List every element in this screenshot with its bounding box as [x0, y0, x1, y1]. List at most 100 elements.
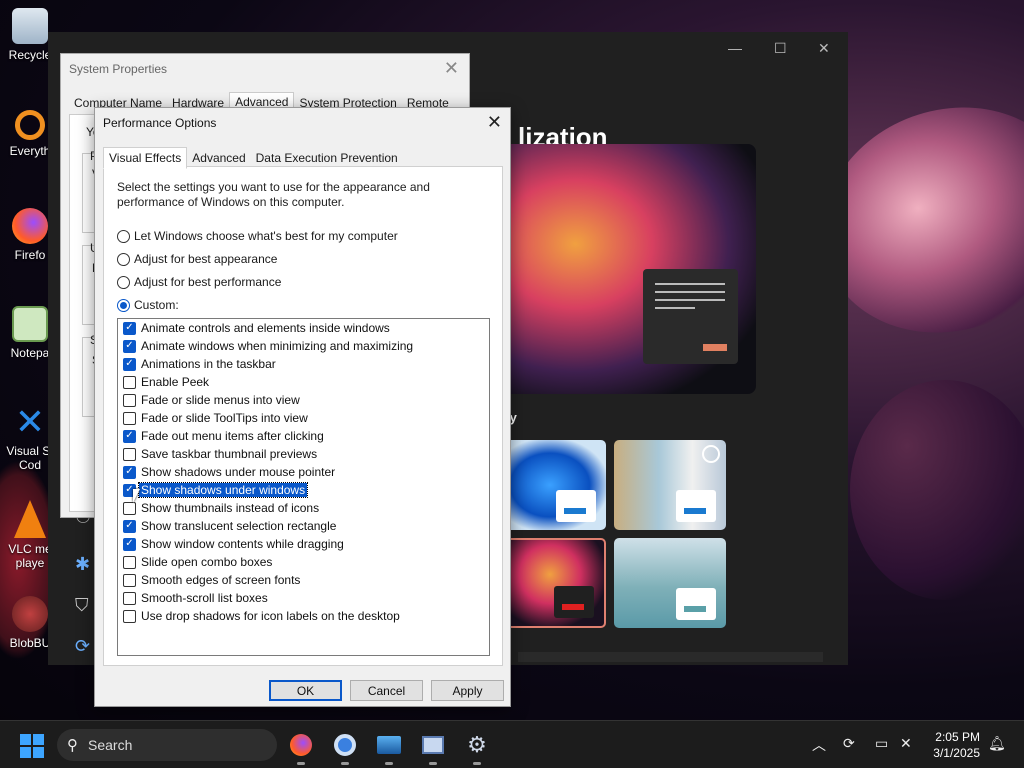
accessibility-icon[interactable]: ✱ [75, 554, 90, 575]
visual-effects-panel: Select the settings you want to use for … [103, 166, 503, 666]
option-label: Use drop shadows for icon labels on the … [141, 609, 400, 623]
checkbox[interactable] [123, 393, 136, 407]
everything-search-icon [15, 110, 45, 140]
volume-muted-icon[interactable]: ✕ [900, 735, 912, 752]
visual-effect-option[interactable]: Enable Peek [118, 373, 489, 391]
checkbox[interactable] [123, 591, 136, 605]
blobbu-icon [12, 596, 48, 632]
clock-date: 3/1/2025 [933, 746, 980, 760]
performance-options-dialog[interactable]: Performance Options ✕ Visual Effects Adv… [94, 107, 511, 707]
sync-icon[interactable]: ⟳ [843, 735, 855, 752]
radio-button[interactable] [117, 252, 130, 266]
close-icon[interactable]: ✕ [444, 58, 459, 79]
visual-effect-option[interactable]: ✓ Fade out menu items after clicking [118, 427, 489, 445]
close-icon[interactable]: ✕ [818, 40, 830, 57]
taskbar-chrome[interactable] [331, 731, 359, 765]
option-label: Animate controls and elements inside win… [141, 321, 390, 335]
visual-effect-option[interactable]: ✓ Show shadows under windows [118, 481, 489, 499]
checkbox[interactable]: ✓ [123, 519, 136, 533]
visual-effect-option[interactable]: ✓ Animations in the taskbar [118, 355, 489, 373]
mouse-pointer-icon [133, 489, 140, 503]
notification-bell-icon[interactable]: 🔔︎ [988, 735, 1006, 752]
visual-effect-option[interactable]: ✓ Show translucent selection rectangle [118, 517, 489, 535]
checkbox[interactable] [123, 555, 136, 569]
visual-effect-option[interactable]: Fade or slide menus into view [118, 391, 489, 409]
checkbox[interactable] [123, 501, 136, 515]
chevron-up-icon[interactable]: ︿ [812, 735, 826, 755]
radio-label: Let Windows choose what's best for my co… [134, 229, 398, 243]
shield-icon[interactable]: ⛉ [75, 595, 89, 616]
checkbox[interactable]: ✓ [123, 429, 136, 443]
windows-update-icon[interactable]: ⟳ [75, 636, 90, 657]
notepad-icon [12, 306, 48, 342]
network-icon[interactable]: ▭ [875, 735, 888, 752]
firefox-icon [12, 208, 48, 244]
option-label: Show translucent selection rectangle [141, 519, 337, 533]
option-label: Enable Peek [141, 375, 210, 389]
checkbox[interactable] [123, 375, 136, 389]
minimize-icon[interactable]: — [728, 40, 742, 56]
close-icon[interactable]: ✕ [487, 112, 502, 133]
taskbar-settings[interactable]: ⚙ [463, 731, 491, 765]
wallpaper-shape [850, 380, 1024, 600]
checkbox[interactable] [123, 609, 136, 623]
theme-tile-lake[interactable] [614, 538, 726, 628]
preview-window-card [643, 269, 738, 364]
checkbox[interactable] [123, 411, 136, 425]
theme-preview [498, 144, 756, 394]
clock-time: 2:05 PM [935, 730, 980, 744]
option-label: Fade or slide ToolTips into view [141, 411, 308, 425]
checkbox[interactable] [123, 447, 136, 461]
ok-button[interactable]: OK [269, 680, 342, 701]
visual-effect-option[interactable]: ✓ Show shadows under mouse pointer [118, 463, 489, 481]
option-label: Show shadows under windows [137, 482, 309, 498]
visual-effect-option[interactable]: Fade or slide ToolTips into view [118, 409, 489, 427]
taskbar-photos[interactable] [375, 731, 403, 765]
visual-effect-option[interactable]: Show thumbnails instead of icons [118, 499, 489, 517]
chrome-icon [334, 734, 356, 756]
option-label: Animations in the taskbar [141, 357, 276, 371]
radio-button[interactable] [117, 275, 130, 289]
radio-best-performance[interactable]: Adjust for best performance [117, 275, 281, 289]
option-label: Smooth edges of screen fonts [141, 573, 301, 587]
checkbox[interactable]: ✓ [123, 465, 136, 479]
radio-let-windows-choose[interactable]: Let Windows choose what's best for my co… [117, 229, 398, 243]
visual-effect-option[interactable]: Smooth-scroll list boxes [118, 589, 489, 607]
checkbox[interactable] [123, 573, 136, 587]
recycle-bin-icon [12, 8, 48, 44]
tab-visual-effects[interactable]: Visual Effects [103, 147, 188, 169]
horizontal-scrollbar[interactable] [518, 652, 823, 662]
theme-tile-flowers[interactable] [614, 440, 726, 530]
taskbar: ⚲ Search ⚙ ︿ ⟳ ▭ ✕ 2:05 PM 3/1/2025 🔔︎ [0, 720, 1024, 768]
apply-button[interactable]: Apply [431, 680, 504, 701]
visual-effect-option[interactable]: ✓ Animate windows when minimizing and max… [118, 337, 489, 355]
checkbox[interactable]: ✓ [123, 321, 136, 335]
vscode-icon: ✕ [14, 401, 46, 442]
taskbar-remote-desktop[interactable] [419, 731, 447, 765]
visual-effect-option[interactable]: Save taskbar thumbnail previews [118, 445, 489, 463]
visual-effect-option[interactable]: Slide open combo boxes [118, 553, 489, 571]
taskbar-firefox[interactable] [287, 731, 315, 765]
clock[interactable]: 2:05 PM 3/1/2025 [928, 729, 980, 761]
visual-effect-option[interactable]: ✓ Animate controls and elements inside wi… [118, 319, 489, 337]
photos-icon [377, 736, 401, 754]
radio-best-appearance[interactable]: Adjust for best appearance [117, 252, 277, 266]
visual-effects-list[interactable]: ✓ Animate controls and elements inside wi… [117, 318, 490, 656]
search-box[interactable]: ⚲ Search [57, 729, 277, 761]
checkbox[interactable]: ✓ [123, 339, 136, 353]
checkbox[interactable]: ✓ [123, 357, 136, 371]
start-button[interactable] [20, 734, 44, 758]
visual-effect-option[interactable]: Use drop shadows for icon labels on the … [118, 607, 489, 625]
radio-button[interactable] [117, 229, 130, 243]
maximize-icon[interactable]: ☐ [774, 40, 787, 57]
option-label: Show window contents while dragging [141, 537, 344, 551]
vlc-icon [14, 500, 46, 538]
visual-effect-option[interactable]: ✓ Show window contents while dragging [118, 535, 489, 553]
radio-label: Custom: [134, 298, 179, 312]
radio-custom[interactable]: Custom: [117, 298, 179, 312]
checkbox[interactable]: ✓ [123, 537, 136, 551]
visual-effect-option[interactable]: Smooth edges of screen fonts [118, 571, 489, 589]
cancel-button[interactable]: Cancel [350, 680, 423, 701]
description-text: Select the settings you want to use for … [117, 180, 430, 209]
radio-button[interactable] [117, 298, 130, 312]
